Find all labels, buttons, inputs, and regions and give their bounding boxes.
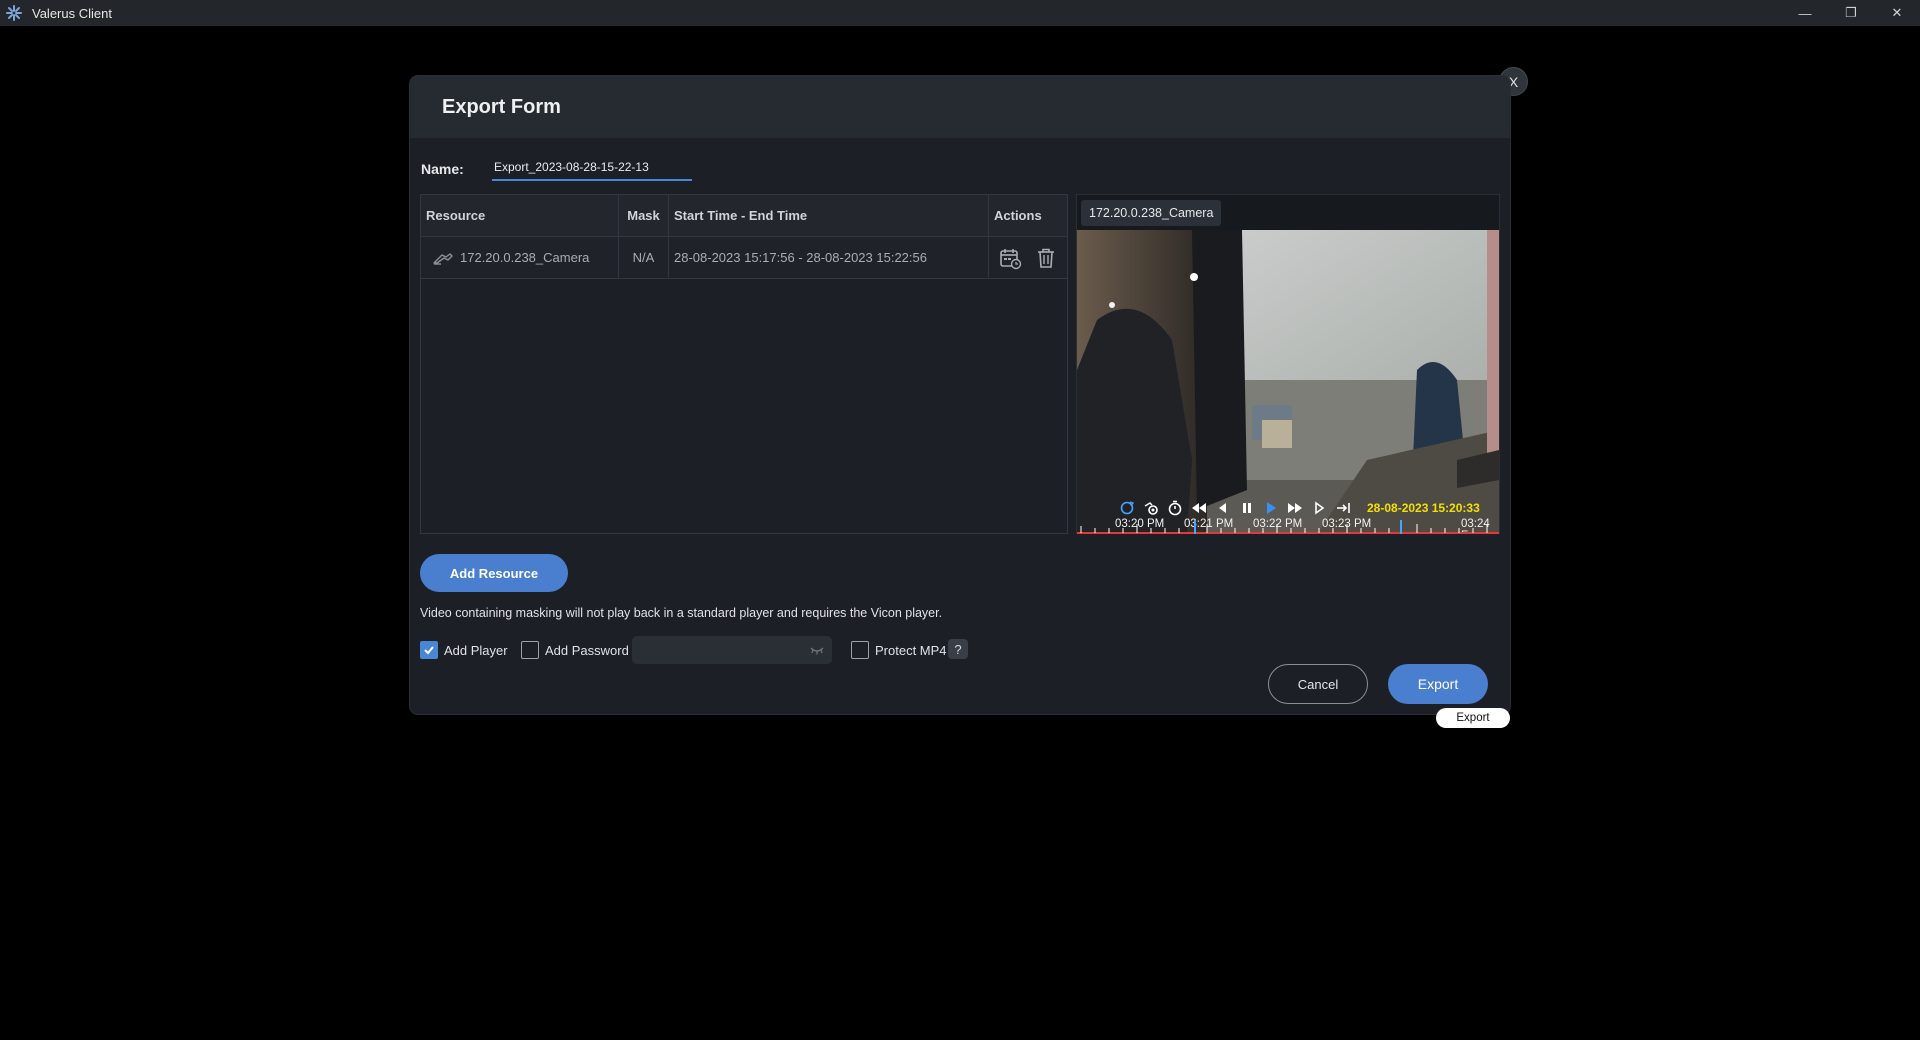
header-actions: Actions <box>994 208 1042 223</box>
play-icon[interactable] <box>1261 499 1281 517</box>
header-mask[interactable]: Mask <box>619 195 669 236</box>
add-player-option[interactable]: Add Player <box>420 639 508 661</box>
masking-note: Video containing masking will not play b… <box>420 606 943 620</box>
edit-time-calendar-icon[interactable] <box>998 246 1022 270</box>
trash-icon[interactable] <box>1034 246 1058 270</box>
protect-mp4-help-icon[interactable]: ? <box>948 639 968 659</box>
playback-timestamp: 28-08-2023 15:20:33 <box>1367 501 1480 515</box>
add-password-option[interactable]: Add Password <box>521 639 629 661</box>
jump-to-live-icon[interactable] <box>1333 499 1353 517</box>
export-tooltip: Export <box>1436 708 1510 728</box>
restore-button[interactable]: ❐ <box>1828 0 1874 26</box>
cell-actions <box>989 237 1067 278</box>
export-form-dialog: Export Form Name: Resource Mask Start Ti… <box>410 76 1510 714</box>
hide-password-eye-icon[interactable] <box>810 644 824 656</box>
table-row[interactable]: 172.20.0.238_Camera N/A 28-08-2023 15:17… <box>421 237 1067 279</box>
pause-icon[interactable] <box>1237 499 1257 517</box>
export-name-input[interactable] <box>492 154 692 181</box>
camera-frame-image <box>1077 230 1499 534</box>
add-password-checkbox[interactable] <box>521 641 539 659</box>
resource-name: 172.20.0.238_Camera <box>460 250 590 265</box>
dialog-title: Export Form <box>442 96 561 118</box>
cell-mask: N/A <box>619 237 669 278</box>
header-resource[interactable]: Resource <box>421 195 619 236</box>
video-preview-panel: 172.20.0.238_Camera 28-08-2023 15:20:33 … <box>1076 194 1500 534</box>
title-bar: Valerus Client — ❐ ✕ <box>0 0 1920 26</box>
step-back-icon[interactable] <box>1213 499 1233 517</box>
timeline-ticks <box>1077 520 1499 534</box>
playback-controls <box>1117 498 1353 518</box>
protect-mp4-label: Protect MP4 <box>875 642 947 658</box>
camera-video[interactable]: 28-08-2023 15:20:33 03:20 PM 03:21 PM 03… <box>1077 230 1499 534</box>
table-header: Resource Mask Start Time - End Time Acti… <box>421 195 1067 237</box>
fast-forward-icon[interactable] <box>1285 499 1305 517</box>
cell-resource: 172.20.0.238_Camera <box>421 237 619 278</box>
name-label: Name: <box>421 161 464 177</box>
valerus-logo-icon <box>6 5 22 21</box>
rewind-icon[interactable] <box>1189 499 1209 517</box>
camera-icon <box>433 252 453 265</box>
cancel-button[interactable]: Cancel <box>1268 664 1368 704</box>
add-player-checkbox[interactable] <box>420 641 438 659</box>
timer-icon[interactable] <box>1165 499 1185 517</box>
dialog-header: Export Form <box>410 76 1510 138</box>
app-title: Valerus Client <box>32 5 112 21</box>
password-input[interactable] <box>632 636 832 664</box>
resource-table: Resource Mask Start Time - End Time Acti… <box>420 194 1068 534</box>
cell-time-range: 28-08-2023 15:17:56 - 28-08-2023 15:22:5… <box>669 237 989 278</box>
protect-mp4-option[interactable]: Protect MP4 <box>851 639 947 661</box>
checkmark-icon <box>424 646 434 655</box>
preview-camera-tab[interactable]: 172.20.0.238_Camera <box>1081 200 1222 226</box>
add-password-label: Add Password <box>545 642 629 658</box>
add-resource-button[interactable]: Add Resource <box>420 554 568 592</box>
header-time-range[interactable]: Start Time - End Time <box>669 195 989 236</box>
step-forward-icon[interactable] <box>1309 499 1329 517</box>
add-player-label: Add Player <box>444 642 508 658</box>
minimize-button[interactable]: — <box>1782 0 1828 26</box>
protect-mp4-checkbox[interactable] <box>851 641 869 659</box>
sync-icon[interactable] <box>1117 499 1137 517</box>
close-window-button[interactable]: ✕ <box>1874 0 1920 26</box>
snapshot-icon[interactable] <box>1141 499 1161 517</box>
export-button[interactable]: Export <box>1388 664 1488 704</box>
